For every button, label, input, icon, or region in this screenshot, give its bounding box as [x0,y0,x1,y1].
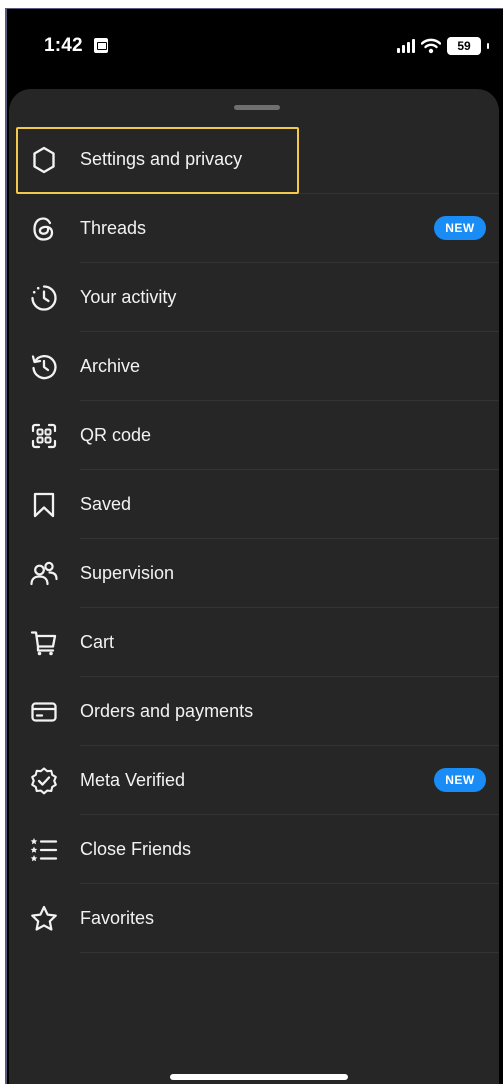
menu-item-your-activity[interactable]: Your activity [9,263,499,332]
settings-gear-icon [29,145,59,175]
credit-card-icon [29,697,59,727]
menu-item-label: Archive [80,356,141,376]
menu-item-label: Favorites [80,908,155,928]
new-badge: NEW [434,216,486,240]
cellular-signal-icon [397,39,415,53]
menu-item-favorites[interactable]: Favorites [9,884,499,953]
menu-item-label: Cart [80,632,115,652]
qr-code-icon [29,421,59,451]
menu-item-qr-code[interactable]: QR code [9,401,499,470]
screen-lock-icon [94,38,108,53]
wifi-icon [421,38,441,54]
menu-item-label: Close Friends [80,839,192,859]
menu-item-label: Settings and privacy [80,149,243,169]
phone-screen: 1:42 59 Settings and privacy Threads NEW… [7,9,503,1084]
supervision-people-icon [29,559,59,589]
menu-item-label: Threads [80,218,147,238]
threads-icon [29,214,59,244]
verified-badge-icon [29,766,59,796]
menu-item-close-friends[interactable]: Close Friends [9,815,499,884]
menu-item-label: Orders and payments [80,701,254,721]
menu-item-label: Meta Verified [80,770,186,790]
archive-history-icon [29,352,59,382]
bookmark-icon [29,490,59,520]
menu-bottom-sheet: Settings and privacy Threads NEW Your ac… [9,89,499,1084]
menu-item-cart[interactable]: Cart [9,608,499,677]
battery-level: 59 [447,37,481,55]
cart-icon [29,628,59,658]
new-badge: NEW [434,768,486,792]
menu-item-label: Supervision [80,563,175,583]
home-indicator[interactable] [170,1074,348,1080]
menu-item-threads[interactable]: Threads NEW [9,194,499,263]
sheet-drag-handle[interactable] [234,105,280,110]
status-time: 1:42 [44,35,83,56]
menu-item-label: QR code [80,425,152,445]
star-icon [29,904,59,934]
battery-tip [487,43,489,49]
status-indicators: 59 [397,35,489,57]
menu-item-label: Saved [80,494,132,514]
menu-item-supervision[interactable]: Supervision [9,539,499,608]
menu-item-label: Your activity [80,287,177,307]
menu-item-archive[interactable]: Archive [9,332,499,401]
menu-item-meta-verified[interactable]: Meta Verified NEW [9,746,499,815]
activity-clock-icon [29,283,59,313]
menu-item-orders-and-payments[interactable]: Orders and payments [9,677,499,746]
close-friends-list-icon [29,835,59,865]
menu-item-saved[interactable]: Saved [9,470,499,539]
menu-item-settings-and-privacy[interactable]: Settings and privacy [9,125,499,194]
divider [80,952,499,953]
